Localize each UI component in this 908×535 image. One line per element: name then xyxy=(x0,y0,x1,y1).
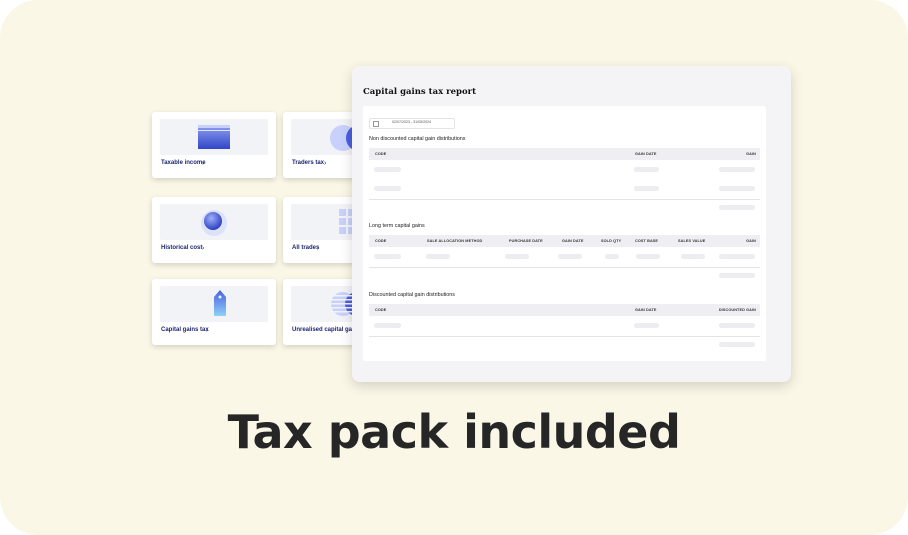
non-discounted-section-title: Non discounted capital gain distribution… xyxy=(369,136,466,142)
discounted-section-title: Discounted capital gain distributions xyxy=(369,292,456,298)
chevron-right-icon: › xyxy=(206,327,209,334)
table-divider xyxy=(369,267,760,268)
table-divider xyxy=(369,336,760,337)
promo-banner: Taxable income › Historical cost › Capit… xyxy=(0,0,908,535)
column-header: CODE xyxy=(375,239,387,243)
all-trades-label: All trades xyxy=(292,245,320,251)
non-discounted-table-header: CODE GAIN DATE GAIN xyxy=(369,148,760,160)
column-header: SOLD QTY xyxy=(601,239,622,243)
skeleton-cell xyxy=(719,186,755,191)
taxable-income-label: Taxable income xyxy=(161,160,206,166)
column-header: GAIN DATE xyxy=(562,239,584,243)
skeleton-cell xyxy=(636,254,660,259)
capital-gains-tax-label: Capital gains tax xyxy=(161,327,209,333)
skeleton-total xyxy=(719,273,755,278)
price-tag-icon xyxy=(214,290,226,316)
calendar-icon xyxy=(373,121,379,127)
document-stack-icon xyxy=(198,125,230,149)
skeleton-cell xyxy=(681,254,705,259)
column-header: GAIN xyxy=(746,239,756,243)
historical-cost-label: Historical cost xyxy=(161,245,203,251)
column-header: DISCOUNTED GAIN xyxy=(718,308,756,312)
column-header: CODE xyxy=(375,152,387,156)
date-range-picker[interactable]: 02/07/2023 - 31/05/2024 xyxy=(369,118,455,129)
taxable-income-card[interactable]: Taxable income › xyxy=(152,112,276,178)
skeleton-cell xyxy=(374,167,401,172)
ring-orb-icon xyxy=(201,210,227,236)
column-header: GAIN xyxy=(746,152,756,156)
skeleton-cell xyxy=(719,254,755,259)
chevron-right-icon: › xyxy=(202,245,205,252)
column-header: SALES VALUE xyxy=(678,239,706,243)
skeleton-cell xyxy=(374,254,401,259)
skeleton-total xyxy=(719,342,755,347)
skeleton-cell xyxy=(719,167,755,172)
date-range-text: 02/07/2023 - 31/05/2024 xyxy=(392,120,432,124)
discounted-table-header: CODE GAIN DATE DISCOUNTED GAIN xyxy=(369,304,760,316)
report-sheet: 02/07/2023 - 31/05/2024 Non discounted c… xyxy=(363,106,766,361)
skeleton-cell xyxy=(374,186,401,191)
unrealised-capital-gains-label: Unrealised capital gains xyxy=(292,327,361,333)
historical-cost-thumbnail xyxy=(160,204,268,240)
skeleton-cell xyxy=(605,254,619,259)
skeleton-cell xyxy=(634,186,659,191)
column-header: SALE ALLOCATION METHOD xyxy=(427,239,483,243)
capital-gains-tax-thumbnail xyxy=(160,286,268,322)
table-divider xyxy=(369,199,760,200)
traders-tax-label: Traders tax xyxy=(292,160,325,166)
taxable-income-thumbnail xyxy=(160,119,268,155)
skeleton-total xyxy=(719,205,755,210)
skeleton-cell xyxy=(505,254,529,259)
headline: Tax pack included xyxy=(227,405,681,459)
historical-cost-card[interactable]: Historical cost › xyxy=(152,197,276,263)
capital-gains-report-panel: Capital gains tax report 02/07/2023 - 31… xyxy=(352,66,791,382)
column-header: GAIN DATE xyxy=(635,152,657,156)
report-title: Capital gains tax report xyxy=(363,87,477,97)
skeleton-cell xyxy=(426,254,450,259)
column-header: GAIN DATE xyxy=(635,308,657,312)
column-header: COST BASE xyxy=(635,239,659,243)
long-term-table-header: CODE SALE ALLOCATION METHOD PURCHASE DAT… xyxy=(369,235,760,247)
capital-gains-tax-card[interactable]: Capital gains tax › xyxy=(152,279,276,345)
skeleton-cell xyxy=(558,254,582,259)
skeleton-cell xyxy=(719,323,755,328)
column-header: CODE xyxy=(375,308,387,312)
chevron-right-icon: › xyxy=(317,245,320,252)
skeleton-cell xyxy=(634,167,659,172)
column-header: PURCHASE DATE xyxy=(509,239,543,243)
skeleton-cell xyxy=(634,323,659,328)
long-term-section-title: Long term capital gains xyxy=(369,223,425,229)
skeleton-cell xyxy=(374,323,401,328)
chevron-right-icon: › xyxy=(202,160,205,167)
chevron-right-icon: › xyxy=(324,160,327,167)
